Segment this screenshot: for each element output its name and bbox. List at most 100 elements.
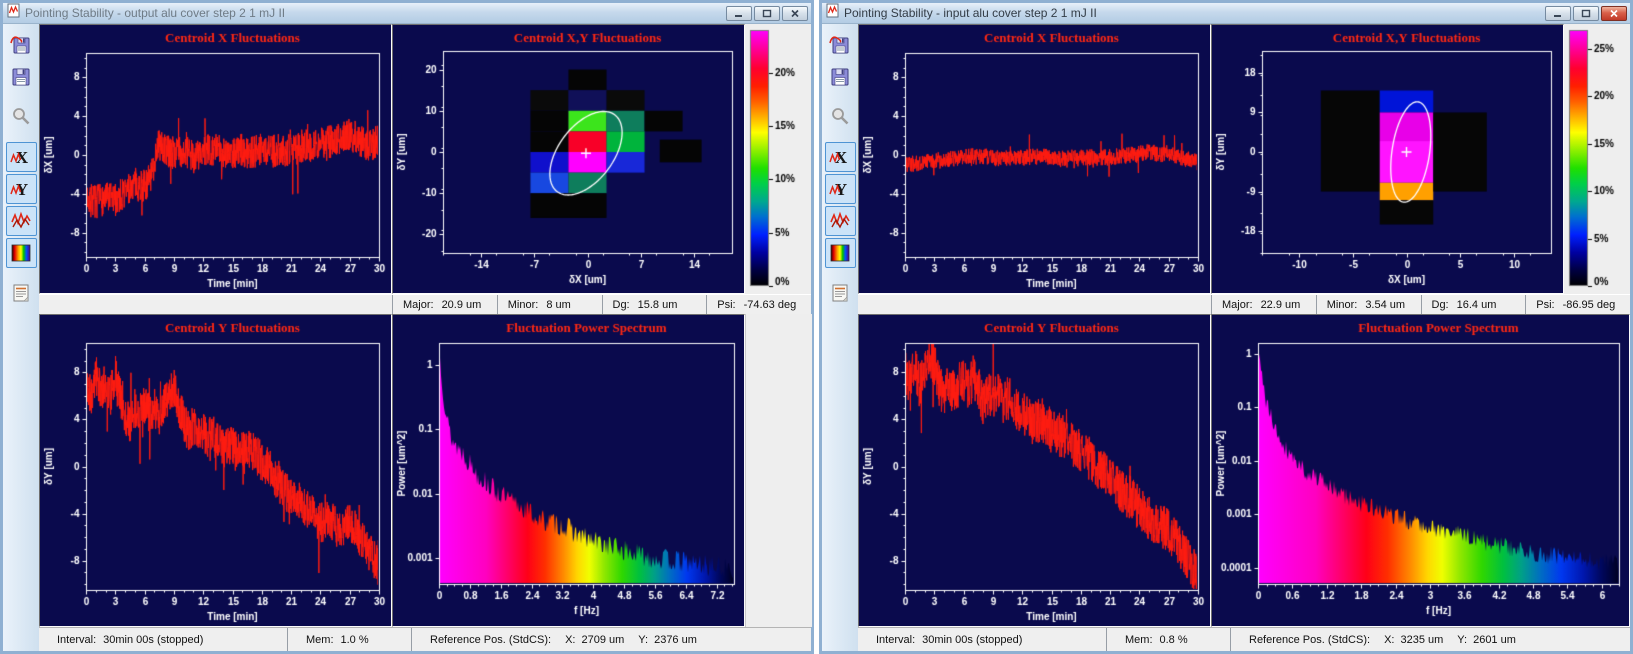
toolbar: X Y xyxy=(3,24,39,651)
stats-spacer xyxy=(39,295,392,314)
stat-value: 20.9 um xyxy=(442,299,482,311)
window-title: Pointing Stability - input alu cover ste… xyxy=(844,6,1541,20)
close-button[interactable] xyxy=(782,6,808,21)
stat-psi: Psi: -74.63 deg xyxy=(706,295,811,314)
stat-label: Major: xyxy=(1222,299,1253,311)
ref-y-label: Y: xyxy=(1457,634,1467,646)
centroid-x-toggle-button[interactable]: X xyxy=(825,142,856,172)
status-bar: Interval:30min 00s (stopped) Mem:0.8 % R… xyxy=(858,627,1630,651)
ref-x-value: 2709 um xyxy=(581,634,624,646)
maximize-button[interactable] xyxy=(1573,6,1599,21)
toolbar: X Y xyxy=(822,24,858,651)
mem-value: 1.0 % xyxy=(341,634,369,646)
centroid-xy-toggle-button[interactable] xyxy=(825,206,856,236)
stat-dg: Dg: 15.8 um xyxy=(602,295,707,314)
centroid-x-chart xyxy=(859,25,1210,293)
plot-area: Major:20.9 um Minor:8 um Dg:15.8 um Psi:… xyxy=(39,24,811,651)
status-interval: Interval:30min 00s (stopped) xyxy=(39,628,287,651)
stat-value: 15.8 um xyxy=(638,299,678,311)
stat-label: Minor: xyxy=(508,299,539,311)
centroid-y-chart xyxy=(859,315,1210,626)
spectrum-spacer xyxy=(745,314,812,627)
centroid-x-toggle-button[interactable]: X xyxy=(6,142,37,172)
centroid-xy-panel xyxy=(392,24,745,294)
status-reference: Reference Pos. (StdCS): X:2709 um Y:2376… xyxy=(411,628,811,651)
stat-value: 3.54 um xyxy=(1365,299,1405,311)
stat-label: Psi: xyxy=(717,299,735,311)
colorbar xyxy=(745,24,811,294)
centroid-y-chart xyxy=(40,315,391,626)
spectrum-toggle-button[interactable] xyxy=(6,238,37,268)
report-button[interactable] xyxy=(6,278,37,308)
stat-label: Minor: xyxy=(1327,299,1358,311)
spectrum-chart xyxy=(1212,315,1629,626)
zoom-button[interactable] xyxy=(825,102,856,132)
ref-x-label: X: xyxy=(1384,634,1394,646)
titlebar[interactable]: Pointing Stability - input alu cover ste… xyxy=(822,3,1630,24)
centroid-xy-toggle-button[interactable] xyxy=(6,206,37,236)
window-title: Pointing Stability - output alu cover st… xyxy=(25,6,722,20)
close-button[interactable] xyxy=(1601,6,1627,21)
stat-value: 8 um xyxy=(546,299,570,311)
minimize-button[interactable] xyxy=(726,6,752,21)
spectrum-toggle-button[interactable] xyxy=(825,238,856,268)
stat-minor: Minor: 8 um xyxy=(497,295,602,314)
stat-label: Dg: xyxy=(613,299,630,311)
stats-spacer xyxy=(858,295,1211,314)
pointing-stability-window-output: Pointing Stability - output alu cover st… xyxy=(0,0,814,654)
stat-label: Dg: xyxy=(1432,299,1449,311)
status-bar: Interval:30min 00s (stopped) Mem: 1.0 % R… xyxy=(39,627,811,651)
status-interval: Interval:30min 00s (stopped) xyxy=(858,628,1106,651)
centroid-y-panel xyxy=(858,314,1211,627)
centroid-xy-heatmap xyxy=(393,25,744,293)
colorbar-panel xyxy=(1564,24,1630,294)
centroid-xy-panel xyxy=(1211,24,1564,294)
mem-label: Mem: xyxy=(306,634,334,646)
status-reference: Reference Pos. (StdCS): X:3235 um Y:2601… xyxy=(1230,628,1630,651)
ellipse-stats-strip: Major: 22.9 um Minor: 3.54 um Dg: 16.4 um P… xyxy=(858,294,1630,314)
save-image-button[interactable] xyxy=(6,30,37,60)
colorbar xyxy=(1564,24,1630,294)
status-mem: Mem: 0.8 % xyxy=(1106,628,1230,651)
ref-label: Reference Pos. (StdCS): xyxy=(430,634,551,646)
zoom-button[interactable] xyxy=(6,102,37,132)
colorbar-panel xyxy=(745,24,811,294)
ref-y-label: Y: xyxy=(638,634,648,646)
plot-area: Major: 22.9 um Minor: 3.54 um Dg: 16.4 um P… xyxy=(858,24,1630,651)
stat-value: 16.4 um xyxy=(1457,299,1497,311)
save-image-button[interactable] xyxy=(825,30,856,60)
titlebar[interactable]: Pointing Stability - output alu cover st… xyxy=(3,3,811,24)
spectrum-chart xyxy=(393,315,744,626)
mem-label: Mem: xyxy=(1125,634,1153,646)
ellipse-stats-strip: Major:20.9 um Minor:8 um Dg:15.8 um Psi:… xyxy=(39,294,811,314)
ref-x-label: X: xyxy=(565,634,575,646)
centroid-y-panel xyxy=(39,314,392,627)
centroid-x-chart xyxy=(40,25,391,293)
desktop: Pointing Stability - output alu cover st… xyxy=(0,0,1633,654)
centroid-x-panel xyxy=(39,24,392,294)
maximize-button[interactable] xyxy=(754,6,780,21)
stat-value: 22.9 um xyxy=(1261,299,1301,311)
spectrum-panel xyxy=(1211,314,1630,627)
minimize-button[interactable] xyxy=(1545,6,1571,21)
stat-major: Major: 22.9 um xyxy=(1211,295,1316,314)
spectrum-panel xyxy=(392,314,745,627)
app-icon xyxy=(6,3,21,23)
mem-value: 0.8 % xyxy=(1160,634,1188,646)
report-button[interactable] xyxy=(825,278,856,308)
save-data-button[interactable] xyxy=(825,62,856,92)
stat-value: -74.63 deg xyxy=(744,299,797,311)
centroid-y-toggle-button[interactable]: Y xyxy=(6,174,37,204)
interval-value: 30min 00s (stopped) xyxy=(922,634,1022,646)
centroid-x-panel xyxy=(858,24,1211,294)
stat-value: -86.95 deg xyxy=(1563,299,1616,311)
app-icon xyxy=(825,3,840,23)
centroid-y-toggle-button[interactable]: Y xyxy=(825,174,856,204)
status-mem: Mem: 1.0 % xyxy=(287,628,411,651)
save-data-button[interactable] xyxy=(6,62,37,92)
centroid-xy-heatmap xyxy=(1212,25,1563,293)
ref-x-value: 3235 um xyxy=(1400,634,1443,646)
stat-label: Psi: xyxy=(1536,299,1554,311)
pointing-stability-window-input: Pointing Stability - input alu cover ste… xyxy=(819,0,1633,654)
stat-dg: Dg: 16.4 um xyxy=(1421,295,1526,314)
